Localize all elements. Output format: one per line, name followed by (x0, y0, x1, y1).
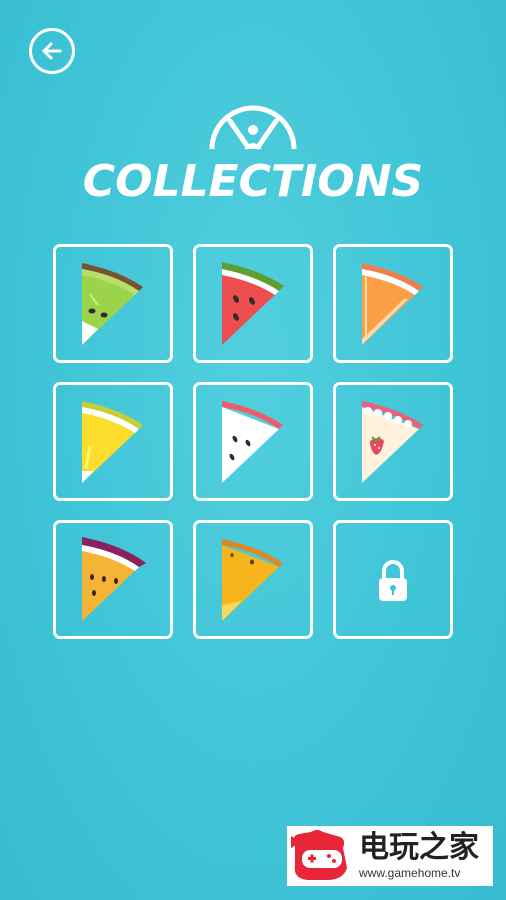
back-button[interactable] (29, 28, 75, 74)
collection-tile-mango[interactable] (193, 520, 313, 639)
collection-tile-watermelon[interactable] (193, 244, 313, 363)
watermark-url: www.gamehome.tv (359, 866, 461, 880)
collection-tile-lemon[interactable] (53, 382, 173, 501)
coconut-slice-icon (222, 400, 283, 483)
strawberry-cake-slice-icon (362, 400, 423, 483)
collection-tile-dragon-fruit[interactable] (53, 520, 173, 639)
collection-tile-kiwi[interactable] (53, 244, 173, 363)
collection-tile-strawberry-cake[interactable] (333, 382, 453, 501)
kiwi-slice-icon (82, 262, 143, 345)
orange-slice-icon (362, 262, 423, 345)
collections-grid (53, 244, 453, 639)
watermelon-slice-icon (222, 261, 284, 345)
lemon-slice-icon (82, 400, 143, 483)
collection-tile-orange[interactable] (333, 244, 453, 363)
arrow-left-icon (42, 42, 62, 60)
lock-icon (379, 559, 407, 601)
dragon-fruit-slice-icon (82, 536, 146, 621)
pizza-cutter-emblem-icon (209, 105, 297, 150)
watermark-title: 电玩之家 (359, 830, 479, 865)
mango-slice-icon (222, 538, 283, 621)
collection-tile-coconut[interactable] (193, 382, 313, 501)
watermark-badge: 电玩之家 www.gamehome.tv (287, 826, 493, 886)
page-title: COLLECTIONS (82, 156, 424, 207)
gamehome-logo-icon (291, 830, 347, 880)
collection-tile-locked[interactable] (333, 520, 453, 639)
